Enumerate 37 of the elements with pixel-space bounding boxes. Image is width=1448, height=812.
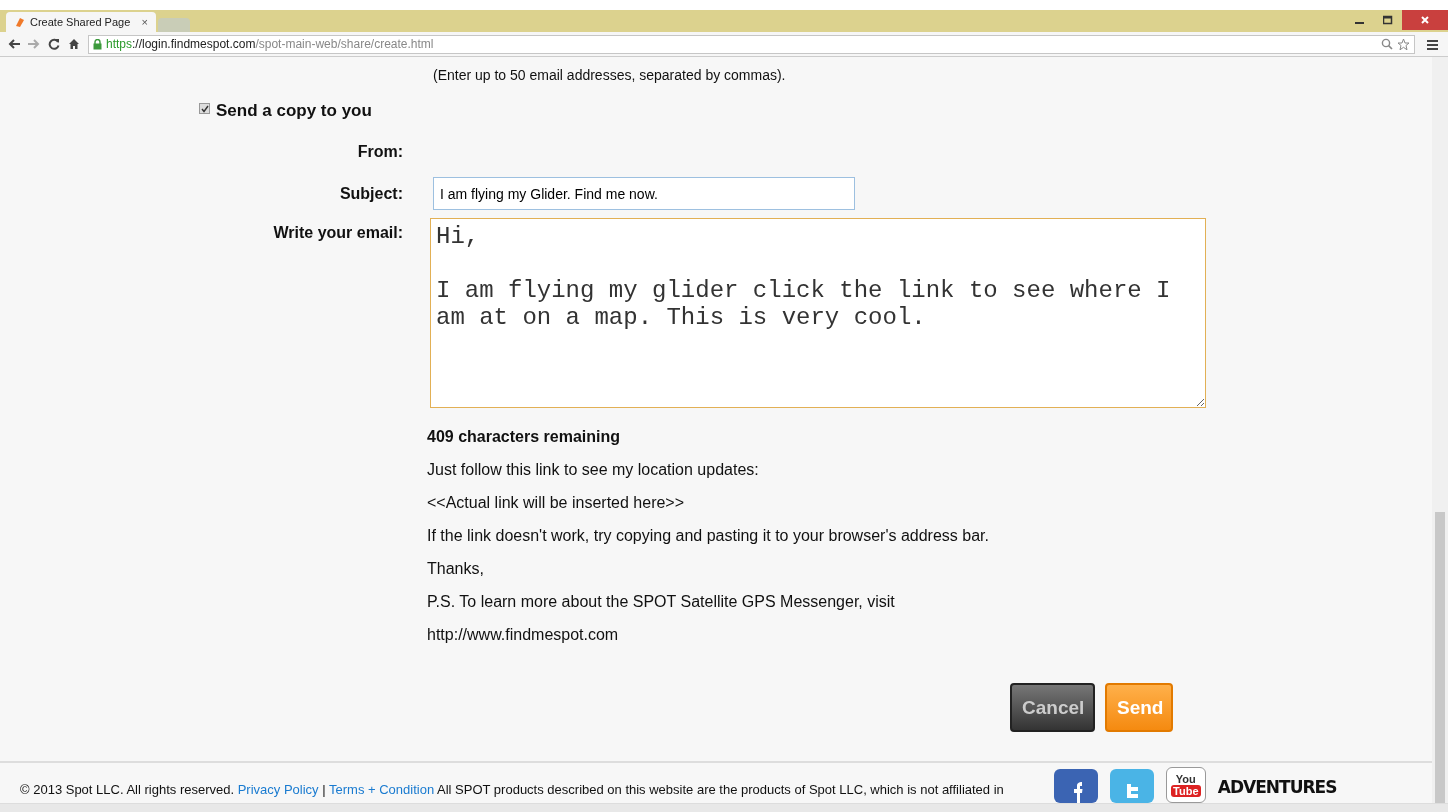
footer-text: © 2013 Spot LLC. All rights reserved. Privacy Policy | Terms + Condition All SPOT products described on this website are the products of Spot LLC, which is not affiliated in bbox=[20, 780, 1004, 797]
star-icon[interactable] bbox=[1397, 37, 1410, 51]
message-text: P.S. To learn more about the SPOT Satellite GPS Messenger, visit bbox=[427, 593, 896, 612]
email-label: Write your email: bbox=[272, 223, 403, 243]
checkbox[interactable] bbox=[199, 103, 210, 114]
site-icon bbox=[14, 16, 26, 28]
back-icon[interactable] bbox=[8, 39, 20, 49]
url-text: https://login.findmespot.com/spot-main-web/share/create.html bbox=[106, 37, 434, 51]
scrollbar[interactable] bbox=[1432, 57, 1448, 803]
home-icon[interactable] bbox=[68, 38, 80, 50]
hint-text: (Enter up to 50 email addresses, separated by commas). bbox=[433, 67, 787, 85]
lock-icon bbox=[93, 38, 102, 50]
facebook-icon[interactable] bbox=[1053, 769, 1098, 803]
menu-icon[interactable] bbox=[1427, 38, 1438, 50]
browser-tab[interactable]: Create Shared Page × bbox=[6, 12, 156, 32]
message-text: http://www.findmespot.com bbox=[427, 626, 620, 645]
characters-remaining: 409 characters remaining bbox=[427, 428, 621, 447]
address-field[interactable]: https://login.findmespot.com/spot-main-web/share/create.html bbox=[88, 34, 1415, 54]
checkbox-label: Send a copy to you bbox=[216, 101, 372, 121]
zoom-icon[interactable] bbox=[1381, 38, 1393, 50]
email-field[interactable]: Hi, I am flying my glider click the link to see where I am at on a map. This is very cool. bbox=[430, 218, 1206, 408]
from-label: From: bbox=[356, 142, 403, 161]
message-text: Thanks, bbox=[427, 560, 485, 579]
adventures-logo[interactable]: ADVENTURES bbox=[1217, 777, 1337, 803]
close-window-icon[interactable] bbox=[1402, 10, 1448, 30]
reload-icon[interactable] bbox=[48, 38, 60, 50]
message-text: If the link doesn't work, try copying and pasting it to your browser's address bar. bbox=[427, 527, 990, 546]
horizontal-scrollbar[interactable] bbox=[0, 803, 1448, 812]
youtube-logo[interactable]: You Tube bbox=[1165, 767, 1206, 803]
subject-field[interactable]: I am flying my Glider. Find me now. bbox=[433, 177, 855, 210]
subject-label: Subject: bbox=[338, 184, 403, 204]
close-tab-icon[interactable]: × bbox=[141, 16, 148, 28]
message-text: <<Actual link will be inserted here>> bbox=[427, 494, 686, 513]
footer-link[interactable]: Privacy Policy bbox=[237, 781, 319, 797]
cancel-button[interactable]: Cancel bbox=[1010, 683, 1095, 732]
footer-link[interactable]: Terms + Condition bbox=[329, 781, 435, 797]
message-text: Just follow this link to see my location updates: bbox=[427, 461, 760, 480]
